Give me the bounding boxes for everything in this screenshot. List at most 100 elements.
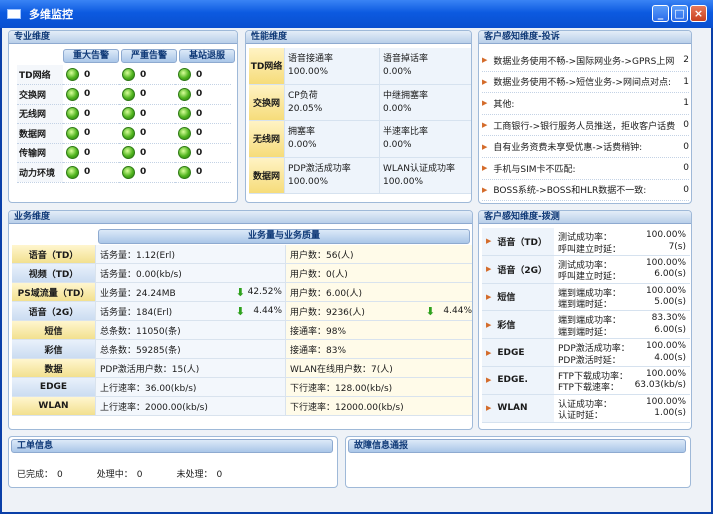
bullet-icon: ▶	[486, 376, 492, 385]
perf-metric[interactable]: PDP激活成功率 100.00%	[284, 157, 379, 193]
dialtest-row[interactable]: ▶ 短信 端到端成功率： 100.00% 端到端时延： 5.00(s)	[482, 283, 690, 312]
workorder-title: 工单信息	[11, 439, 333, 453]
business-row-label: 视频（TD）	[12, 264, 96, 282]
business-metric[interactable]: 业务量：24.24MB ⬇ 42.52%	[96, 283, 286, 301]
business-metric[interactable]: 话务量：184(Erl) ⬇ 4.44%	[96, 302, 286, 320]
alarm-cell[interactable]: 0	[63, 123, 119, 144]
business-metric[interactable]: 话务量：1.12(Erl)	[96, 245, 286, 263]
dialtest-row[interactable]: ▶ EDGE PDP激活成功率： 100.00% PDP激活时延： 4.00(s)	[482, 339, 690, 367]
dialtest-row[interactable]: ▶ EDGE. FTP下载成功率： 100.00% FTP下载速率： 63.03(kb…	[482, 366, 690, 395]
business-title: 业务维度	[9, 211, 472, 224]
maximize-button[interactable]: □	[671, 5, 688, 22]
alarm-cell[interactable]: 0	[63, 104, 119, 124]
business-metric[interactable]: 用户数：0(人)	[286, 264, 472, 282]
perf-row: TD网络 语音接通率 100.00% 语音掉话率 0.00%	[249, 48, 471, 85]
business-metric[interactable]: 总条数：11050(条)	[96, 321, 286, 339]
performance-panel: 性能维度 TD网络 语音接通率 100.00% 语音掉话率 0.00% 交换网 CP负…	[245, 30, 472, 203]
perf-row: 交换网 CP负荷 20.05% 中继拥塞率 0.00%	[249, 84, 471, 121]
alarm-row: TD网络 0 0 0	[17, 65, 231, 85]
perf-metric[interactable]: 半速率比率 0.00%	[379, 121, 471, 157]
alarm-cell[interactable]: 0	[63, 143, 119, 163]
alarm-table: TD网络 0 0 0 交换网 0 0 0 无线网 0 0 0 数据网 0 0 0 传输网 0 0 0 动力环境 0 0 0	[17, 65, 231, 183]
alarm-cell[interactable]: 0	[63, 84, 119, 105]
status-ok-icon	[66, 126, 79, 140]
perf-row: 无线网 拥塞率 0.00% 半速率比率 0.00%	[249, 121, 471, 158]
complaint-item[interactable]: ▶ 数据业务使用不畅->短信业务->网间点对点: 1	[482, 72, 689, 94]
business-metric[interactable]: 用户数：9236(人) ⬇ 4.44%	[286, 302, 472, 320]
complaint-item[interactable]: ▶ 手机与SIM卡不匹配: 0	[482, 158, 689, 180]
bullet-icon: ▶	[486, 265, 492, 274]
alarm-cell[interactable]: 0	[119, 65, 175, 85]
perf-metric[interactable]: 中继拥塞率 0.00%	[379, 84, 471, 120]
alarm-cell[interactable]: 0	[119, 104, 175, 124]
alarm-cell[interactable]: 0	[175, 104, 231, 124]
business-metric[interactable]: 下行速率：128.00(kb/s)	[286, 378, 472, 396]
business-row: 短信 总条数：11050(条) 接通率：98%	[12, 321, 472, 340]
complaint-item[interactable]: ▶ BOSS系统->BOSS和HLR数据不一致: 0	[482, 180, 689, 202]
window-title: 多维监控	[29, 8, 73, 21]
alarm-cell[interactable]: 0	[119, 162, 175, 183]
business-metric[interactable]: 话务量：0.00(kb/s)	[96, 264, 286, 282]
status-ok-icon	[178, 146, 191, 160]
business-metric[interactable]: 上行速率：36.00(kb/s)	[96, 378, 286, 396]
business-metric[interactable]: 上行速率：2000.00(kb/s)	[96, 397, 286, 415]
alarm-cell[interactable]: 0	[175, 84, 231, 105]
business-row: 语音（TD） 话务量：1.12(Erl) 用户数：56(人)	[12, 245, 472, 264]
business-metric[interactable]: PDP激活用户数：15(人)	[96, 359, 286, 377]
bullet-icon: ▶	[482, 185, 488, 194]
business-metric[interactable]: WLAN在线用户数：7(人)	[286, 359, 472, 377]
title-bar[interactable]: 多维监控 _ □ ×	[0, 0, 713, 28]
perf-row-label: 交换网	[249, 84, 284, 120]
alarm-cell[interactable]: 0	[175, 162, 231, 183]
alarm-cell[interactable]: 0	[63, 65, 119, 85]
business-metric[interactable]: 总条数：59285(条)	[96, 340, 286, 358]
alarm-cell[interactable]: 0	[63, 162, 119, 183]
perf-metric[interactable]: CP负荷 20.05%	[284, 84, 379, 120]
perf-metric[interactable]: 拥塞率 0.00%	[284, 121, 379, 157]
status-ok-icon	[122, 68, 135, 81]
workorder-doing: 处理中： 0	[96, 470, 143, 480]
business-row-label: WLAN	[12, 397, 96, 415]
business-metric[interactable]: 用户数：6.00(人)	[286, 283, 472, 301]
perf-metric[interactable]: WLAN认证成功率 100.00%	[379, 157, 471, 193]
alarm-cell[interactable]: 0	[175, 65, 231, 85]
dialtest-row[interactable]: ▶ 语音（2G） 测试成功率： 100.00% 呼叫建立时延： 6.00(s)	[482, 255, 690, 284]
business-metric[interactable]: 接通率：98%	[286, 321, 472, 339]
perf-metric[interactable]: 语音掉话率 0.00%	[379, 48, 471, 84]
complaint-item[interactable]: ▶ 自有业务资费未享受优惠->话费稍钟: 0	[482, 136, 689, 158]
professional-title: 专业维度	[9, 31, 237, 44]
close-button[interactable]: ×	[690, 5, 707, 22]
business-metric[interactable]: 用户数：56(人)	[286, 245, 472, 263]
app-window: 多维监控 _ □ × 专业维度 重大告警 严重告警 基站退服 TD网络 0 0 0 交换…	[0, 0, 713, 514]
bullet-icon: ▶	[486, 292, 492, 301]
alarm-cell[interactable]: 0	[119, 84, 175, 105]
perf-metric[interactable]: 语音接通率 100.00%	[284, 48, 379, 84]
alarm-cell[interactable]: 0	[119, 143, 175, 163]
bullet-icon: ▶	[482, 164, 488, 173]
alarm-cell[interactable]: 0	[175, 143, 231, 163]
business-row: PS域流量（TD） 业务量：24.24MB ⬇ 42.52% 用户数：6.00(人)	[12, 283, 472, 302]
complaint-item[interactable]: ▶ 工商银行->银行服务人员推送，拒收客户话费: 0	[482, 115, 689, 137]
business-row-label: 数据	[12, 359, 96, 377]
alarm-cell[interactable]: 0	[119, 123, 175, 144]
business-row-label: PS域流量（TD）	[12, 283, 96, 301]
alarm-cell[interactable]: 0	[175, 123, 231, 144]
alarm-row-label: TD网络	[17, 65, 63, 85]
business-metric[interactable]: 下行速率：12000.00(kb/s)	[286, 397, 472, 415]
complaint-item[interactable]: ▶ 其他: 1	[482, 93, 689, 115]
alarm-row: 交换网 0 0 0	[17, 84, 231, 105]
business-row-label: 彩信	[12, 340, 96, 358]
status-ok-icon	[66, 165, 79, 179]
status-ok-icon	[122, 87, 135, 101]
minimize-button[interactable]: _	[652, 5, 669, 22]
bullet-icon: ▶	[482, 99, 488, 108]
complaint-item[interactable]: ▶ 数据业务使用不畅->国际网业务->GPRS上网: 2	[482, 50, 689, 72]
business-metric[interactable]: 接通率：83%	[286, 340, 472, 358]
dialtest-row[interactable]: ▶ 彩信 端到端成功率： 83.30% 端到端时延： 6.00(s)	[482, 311, 690, 340]
business-row: EDGE 上行速率：36.00(kb/s) 下行速率：128.00(kb/s)	[12, 378, 472, 397]
perf-row-label: 数据网	[249, 157, 284, 193]
alarm-row: 动力环境 0 0 0	[17, 162, 231, 183]
business-row: 视频（TD） 话务量：0.00(kb/s) 用户数：0(人)	[12, 264, 472, 283]
dialtest-row[interactable]: ▶ WLAN 认证成功率： 100.00% 认证时延： 1.00(s)	[482, 394, 690, 423]
dialtest-row[interactable]: ▶ 语音（TD） 测试成功率： 100.00% 呼叫建立时延： 7(s)	[482, 228, 690, 256]
